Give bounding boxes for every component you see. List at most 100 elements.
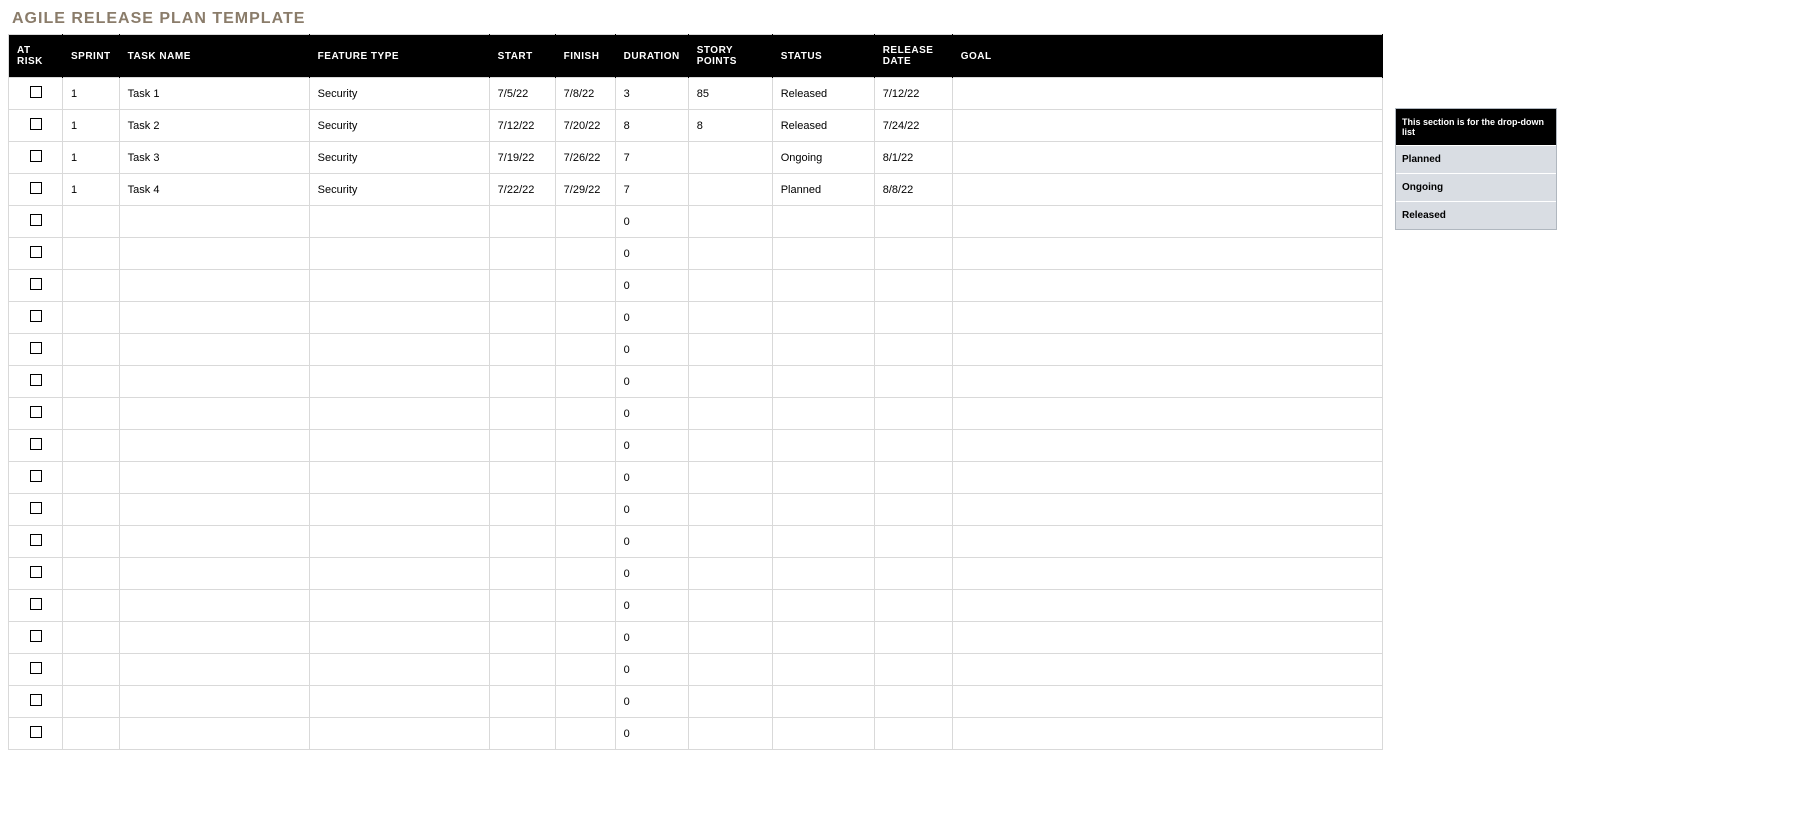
goal-cell[interactable] [952, 78, 1382, 110]
release-date-cell[interactable] [874, 238, 952, 270]
feature-type-cell[interactable] [309, 238, 489, 270]
sprint-cell[interactable] [63, 430, 120, 462]
start-cell[interactable]: 7/12/22 [489, 110, 555, 142]
story-points-cell[interactable] [688, 462, 772, 494]
story-points-cell[interactable] [688, 270, 772, 302]
task-name-cell[interactable] [119, 526, 309, 558]
feature-type-cell[interactable] [309, 686, 489, 718]
release-date-cell[interactable] [874, 622, 952, 654]
start-cell[interactable] [489, 302, 555, 334]
sprint-cell[interactable] [63, 590, 120, 622]
start-cell[interactable] [489, 206, 555, 238]
finish-cell[interactable] [555, 686, 615, 718]
at-risk-checkbox-cell[interactable] [9, 558, 63, 590]
sprint-cell[interactable] [63, 622, 120, 654]
finish-cell[interactable] [555, 654, 615, 686]
status-cell[interactable] [772, 238, 874, 270]
finish-cell[interactable]: 7/29/22 [555, 174, 615, 206]
checkbox-icon[interactable] [30, 630, 42, 642]
at-risk-checkbox-cell[interactable] [9, 622, 63, 654]
checkbox-icon[interactable] [30, 150, 42, 162]
release-date-cell[interactable] [874, 558, 952, 590]
story-points-cell[interactable] [688, 334, 772, 366]
finish-cell[interactable] [555, 302, 615, 334]
goal-cell[interactable] [952, 334, 1382, 366]
sprint-cell[interactable] [63, 206, 120, 238]
release-date-cell[interactable] [874, 494, 952, 526]
duration-cell[interactable]: 8 [615, 110, 688, 142]
task-name-cell[interactable] [119, 686, 309, 718]
at-risk-checkbox-cell[interactable] [9, 366, 63, 398]
status-cell[interactable] [772, 398, 874, 430]
feature-type-cell[interactable]: Security [309, 142, 489, 174]
checkbox-icon[interactable] [30, 214, 42, 226]
duration-cell[interactable]: 0 [615, 686, 688, 718]
finish-cell[interactable] [555, 206, 615, 238]
duration-cell[interactable]: 0 [615, 238, 688, 270]
goal-cell[interactable] [952, 654, 1382, 686]
status-cell[interactable] [772, 430, 874, 462]
goal-cell[interactable] [952, 270, 1382, 302]
start-cell[interactable] [489, 526, 555, 558]
duration-cell[interactable]: 0 [615, 718, 688, 750]
story-points-cell[interactable] [688, 398, 772, 430]
at-risk-checkbox-cell[interactable] [9, 654, 63, 686]
status-cell[interactable] [772, 494, 874, 526]
start-cell[interactable] [489, 590, 555, 622]
task-name-cell[interactable] [119, 558, 309, 590]
finish-cell[interactable]: 7/20/22 [555, 110, 615, 142]
goal-cell[interactable] [952, 718, 1382, 750]
sprint-cell[interactable] [63, 494, 120, 526]
at-risk-checkbox-cell[interactable] [9, 526, 63, 558]
sprint-cell[interactable] [63, 654, 120, 686]
sprint-cell[interactable] [63, 270, 120, 302]
checkbox-icon[interactable] [30, 502, 42, 514]
task-name-cell[interactable]: Task 1 [119, 78, 309, 110]
finish-cell[interactable] [555, 590, 615, 622]
at-risk-checkbox-cell[interactable] [9, 142, 63, 174]
release-date-cell[interactable] [874, 302, 952, 334]
status-cell[interactable] [772, 366, 874, 398]
release-date-cell[interactable] [874, 398, 952, 430]
finish-cell[interactable] [555, 238, 615, 270]
checkbox-icon[interactable] [30, 374, 42, 386]
feature-type-cell[interactable] [309, 654, 489, 686]
at-risk-checkbox-cell[interactable] [9, 334, 63, 366]
goal-cell[interactable] [952, 206, 1382, 238]
start-cell[interactable] [489, 334, 555, 366]
story-points-cell[interactable] [688, 718, 772, 750]
checkbox-icon[interactable] [30, 246, 42, 258]
duration-cell[interactable]: 0 [615, 590, 688, 622]
start-cell[interactable] [489, 430, 555, 462]
release-date-cell[interactable] [874, 270, 952, 302]
feature-type-cell[interactable]: Security [309, 174, 489, 206]
story-points-cell[interactable] [688, 590, 772, 622]
goal-cell[interactable] [952, 430, 1382, 462]
at-risk-checkbox-cell[interactable] [9, 494, 63, 526]
sprint-cell[interactable] [63, 558, 120, 590]
finish-cell[interactable] [555, 526, 615, 558]
status-cell[interactable]: Ongoing [772, 142, 874, 174]
checkbox-icon[interactable] [30, 470, 42, 482]
sprint-cell[interactable] [63, 302, 120, 334]
checkbox-icon[interactable] [30, 278, 42, 290]
feature-type-cell[interactable] [309, 558, 489, 590]
start-cell[interactable] [489, 398, 555, 430]
goal-cell[interactable] [952, 366, 1382, 398]
at-risk-checkbox-cell[interactable] [9, 398, 63, 430]
goal-cell[interactable] [952, 398, 1382, 430]
at-risk-checkbox-cell[interactable] [9, 238, 63, 270]
start-cell[interactable] [489, 622, 555, 654]
sprint-cell[interactable]: 1 [63, 110, 120, 142]
release-date-cell[interactable]: 7/12/22 [874, 78, 952, 110]
status-cell[interactable] [772, 270, 874, 302]
start-cell[interactable] [489, 366, 555, 398]
checkbox-icon[interactable] [30, 342, 42, 354]
status-cell[interactable] [772, 558, 874, 590]
finish-cell[interactable]: 7/8/22 [555, 78, 615, 110]
task-name-cell[interactable] [119, 366, 309, 398]
feature-type-cell[interactable] [309, 206, 489, 238]
goal-cell[interactable] [952, 494, 1382, 526]
status-cell[interactable] [772, 302, 874, 334]
status-cell[interactable] [772, 526, 874, 558]
